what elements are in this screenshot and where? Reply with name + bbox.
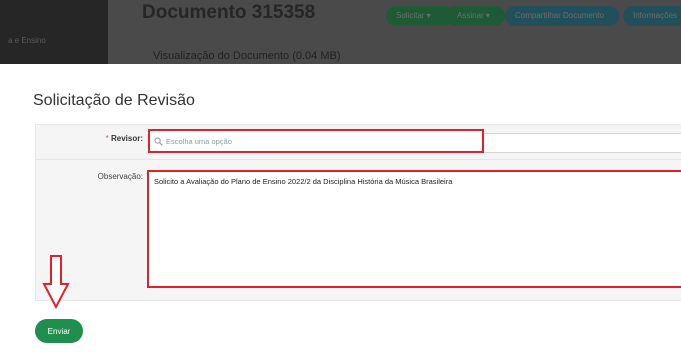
revisor-placeholder: Escolha uma opção — [166, 136, 232, 146]
compartilhar-documento-button: Compartilhar Documento — [505, 6, 619, 26]
background-page: a e Ensino Documento 315358 Visualização… — [0, 0, 681, 64]
observacao-textarea[interactable]: Solicito a Avaliação do Plano de Ensino … — [147, 170, 681, 288]
informacoes-button: Informações — [623, 6, 681, 26]
assinar-button: Assinar ▾ — [447, 6, 505, 26]
annotation-arrow-icon — [42, 255, 70, 310]
search-icon — [154, 137, 163, 146]
background-sidebar-text: a e Ensino — [8, 36, 46, 45]
revisor-label: * Revisor: — [98, 134, 143, 143]
revisor-select-extension[interactable] — [484, 133, 681, 153]
revisor-select[interactable]: Escolha uma opção — [148, 129, 484, 153]
required-marker: * — [105, 134, 109, 143]
enviar-button[interactable]: Enviar — [35, 319, 83, 343]
observacao-text: Solicito a Avaliação do Plano de Ensino … — [154, 177, 453, 186]
revision-form: * Revisor: Escolha uma opção Observação:… — [35, 124, 681, 301]
background-sidebar: a e Ensino — [0, 0, 108, 64]
form-divider — [36, 159, 681, 160]
document-view-link: Visualização do Documento (0.04 MB) — [153, 50, 341, 62]
observacao-label: Observação: — [97, 172, 143, 181]
modal-title: Solicitação de Revisão — [33, 92, 195, 109]
revisor-label-text: Revisor: — [110, 134, 143, 143]
revision-request-modal: Solicitação de Revisão * Revisor: Escolh… — [10, 64, 681, 352]
document-title: Documento 315358 — [142, 2, 316, 23]
solicitar-button: Solicitar ▾ — [386, 6, 454, 26]
revisor-search-field[interactable]: Escolha uma opção — [154, 134, 478, 148]
